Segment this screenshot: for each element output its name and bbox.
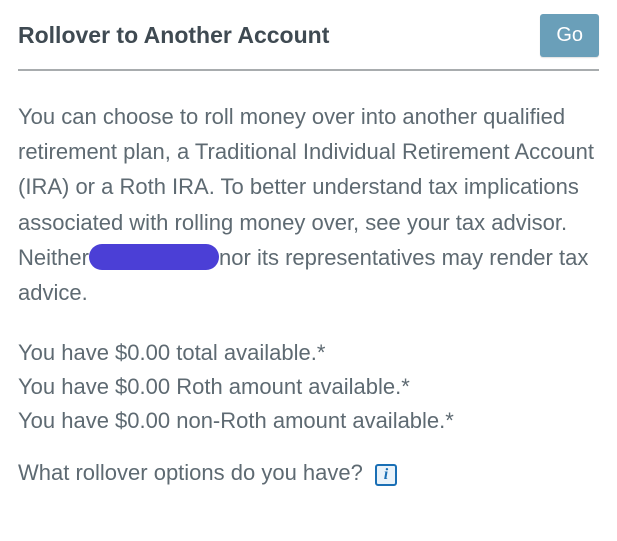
info-icon[interactable]: i [375, 464, 397, 486]
redaction-mark [89, 244, 219, 270]
page-title: Rollover to Another Account [18, 22, 329, 49]
section-header: Rollover to Another Account Go [18, 14, 599, 71]
total-available: You have $0.00 total available.* [18, 336, 599, 370]
availability-block: You have $0.00 total available.* You hav… [18, 336, 599, 438]
intro-paragraph: You can choose to roll money over into a… [18, 99, 599, 310]
roth-available: You have $0.00 Roth amount available.* [18, 370, 599, 404]
go-button[interactable]: Go [540, 14, 599, 57]
non-roth-available: You have $0.00 non-Roth amount available… [18, 404, 599, 438]
options-question-row: What rollover options do you have? i [18, 460, 599, 486]
options-question: What rollover options do you have? [18, 460, 363, 485]
